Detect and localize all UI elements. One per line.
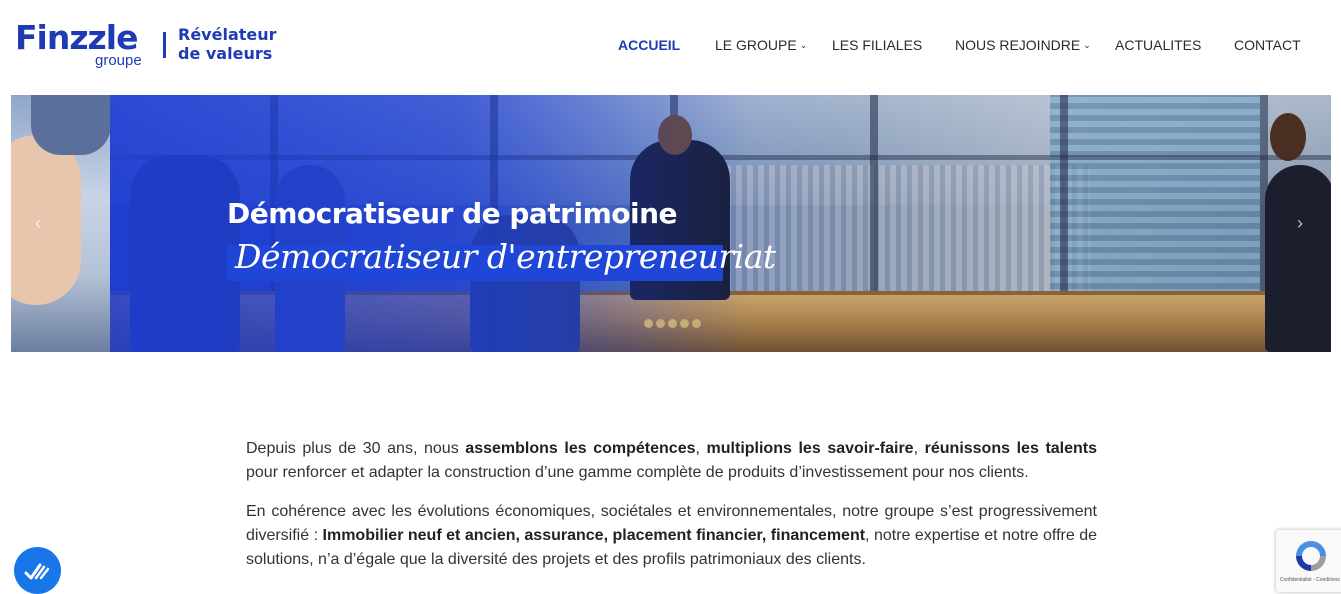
slide-image-detail [1270, 113, 1306, 161]
hero-title: Démocratiseur de patrimoine [227, 197, 678, 230]
slider-dot-4[interactable] [680, 319, 689, 328]
chevron-down-icon: ⌄ [799, 40, 808, 50]
site-header: Finzzle groupe Révélateur de valeurs ACC… [0, 0, 1341, 95]
slider-dot-1[interactable] [644, 319, 653, 328]
bold-text: réunissons les talents [924, 440, 1098, 457]
hero-script-title: Démocratiseur d'entrepreneuriat [235, 237, 776, 276]
bold-text: multiplions les savoir-faire [706, 440, 914, 457]
intro-text: Depuis plus de 30 ans, nous assemblons l… [246, 437, 1097, 587]
intro-paragraph-1: Depuis plus de 30 ans, nous assemblons l… [246, 437, 1097, 485]
hero-slider[interactable]: Démocratiseur de patrimoine Démocratiseu… [11, 95, 1331, 352]
recaptcha-badge[interactable]: Confidentialité - Conditions [1276, 530, 1341, 592]
slide-image-detail [870, 95, 878, 295]
slider-dot-3[interactable] [668, 319, 677, 328]
nav-accueil[interactable]: ACCUEIL [618, 37, 680, 54]
chevron-right-icon[interactable]: › [1297, 213, 1303, 234]
slider-dot-5[interactable] [692, 319, 701, 328]
slide-image-detail [31, 95, 111, 155]
chevron-left-icon[interactable]: ‹ [35, 213, 41, 234]
slider-dot-2[interactable] [656, 319, 665, 328]
nav-le-groupe[interactable]: LE GROUPE ⌄ [715, 37, 807, 56]
bold-text: assemblons les compétences [465, 440, 696, 457]
slide-image-detail [1050, 95, 1260, 295]
recaptcha-icon [1296, 541, 1326, 571]
text: , [913, 440, 925, 457]
text: pour renforcer et adapter la constructio… [246, 464, 1029, 481]
chevron-down-icon: ⌄ [1083, 40, 1091, 50]
slide-image-detail [1265, 165, 1331, 352]
slide-image-detail [11, 135, 81, 305]
nav-contact[interactable]: CONTACT [1234, 37, 1301, 54]
bold-text: Immobilier neuf et ancien, assurance, pl… [322, 527, 866, 544]
intro-paragraph-2: En cohérence avec les évolutions économi… [246, 500, 1097, 572]
slide-image-detail [1060, 95, 1068, 295]
accessibility-icon [24, 563, 50, 580]
previous-slide-peek [11, 95, 111, 352]
main-nav: ACCUEIL LE GROUPE ⌄ LES FILIALES NOUS REJ… [0, 37, 1341, 55]
accessibility-button[interactable] [14, 547, 61, 594]
text: , [695, 440, 707, 457]
nav-nous-rejoindre[interactable]: NOUS REJOINDRE ⌄ [955, 37, 1091, 56]
nav-les-filiales[interactable]: LES FILIALES [832, 37, 922, 54]
slider-pagination [644, 315, 704, 328]
nav-actualites[interactable]: ACTUALITES [1115, 37, 1201, 54]
recaptcha-terms[interactable]: Confidentialité - Conditions [1280, 577, 1340, 583]
text: Depuis plus de 30 ans, nous [246, 440, 466, 457]
